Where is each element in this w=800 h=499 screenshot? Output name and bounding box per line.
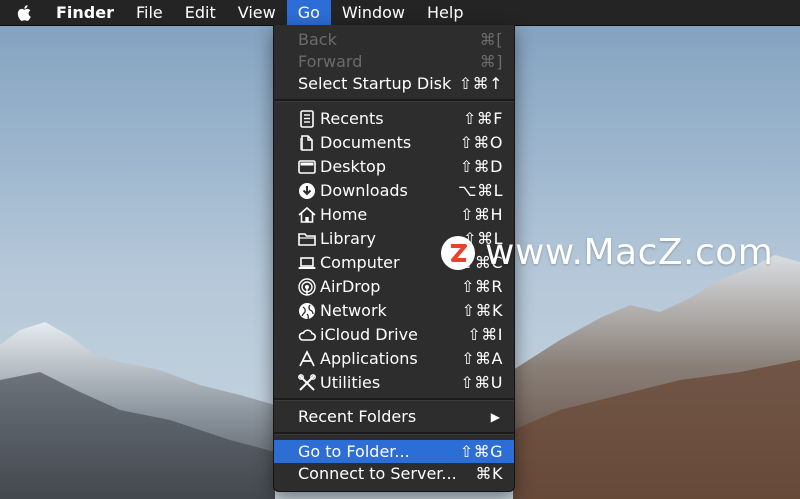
menu-item-label: Computer [320,253,400,272]
downloads-icon [299,183,315,199]
menu-item-label: Library [320,229,376,248]
menu-bar: Finder File Edit View Go Window Help [0,0,800,26]
menu-item-shortcut: ⇧⌘G [459,442,503,461]
menu-item-label: iCloud Drive [320,325,418,344]
menu-item-shortcut: ⇧⌘H [460,205,503,224]
menu-item-back[interactable]: Back ⌘[ [274,28,514,51]
menu-item-shortcut: ⇧⌘O [459,133,503,152]
menu-item-home[interactable]: Home ⇧⌘H [274,203,514,226]
menu-item-shortcut: ⇧⌘A [461,349,503,368]
menubar-item-view[interactable]: View [227,0,287,25]
applications-icon [299,350,315,367]
menu-item-shortcut: ⇧⌘↑ [458,74,503,93]
documents-icon [300,135,313,151]
menu-item-icloud-drive[interactable]: iCloud Drive ⇧⌘I [274,323,514,346]
menu-item-desktop[interactable]: Desktop ⇧⌘D [274,155,514,178]
menu-item-shortcut: ⌘K [475,464,503,483]
submenu-arrow-icon: ▶ [490,409,500,424]
menu-item-connect-to-server[interactable]: Connect to Server... ⌘K [274,462,514,485]
menu-item-shortcut: ⌘] [479,52,503,71]
icloud-icon [298,329,316,341]
network-icon [299,303,315,320]
menu-item-label: Network [320,301,387,320]
airdrop-icon [298,278,316,296]
menu-item-utilities[interactable]: Utilities ⇧⌘U [274,371,514,394]
menubar-item-window[interactable]: Window [331,0,416,25]
menu-item-label: Documents [320,133,412,152]
menu-item-label: AirDrop [320,277,381,296]
library-folder-icon [298,233,316,246]
menu-item-shortcut: ⌘[ [479,30,503,49]
menu-item-recents[interactable]: Recents ⇧⌘F [274,107,514,130]
menu-separator [274,99,514,102]
menu-item-label: Connect to Server... [298,464,457,483]
menubar-item-file[interactable]: File [125,0,174,25]
desktop-icon [298,160,316,174]
menu-item-shortcut: ⌥⌘L [458,181,503,200]
menu-item-label: Desktop [320,157,386,176]
home-icon [298,206,316,223]
menu-separator [274,398,514,401]
apple-menu-icon[interactable] [0,0,45,25]
menu-item-shortcut: ⇧⌘R [460,277,503,296]
menubar-item-go[interactable]: Go [286,0,331,25]
recents-icon [300,110,314,128]
menu-item-airdrop[interactable]: AirDrop ⇧⌘R [274,275,514,298]
menu-item-label: Back [298,30,337,49]
menu-item-shortcut: ⇧⌘K [461,301,503,320]
menu-item-network[interactable]: Network ⇧⌘K [274,299,514,322]
menubar-item-help[interactable]: Help [416,0,474,25]
menu-item-go-to-folder[interactable]: Go to Folder... ⇧⌘G [274,440,514,463]
menubar-item-finder[interactable]: Finder [45,0,125,25]
menu-item-label: Recents [320,109,384,128]
menubar-item-edit[interactable]: Edit [174,0,227,25]
menu-item-forward[interactable]: Forward ⌘] [274,50,514,73]
menu-item-applications[interactable]: Applications ⇧⌘A [274,347,514,370]
computer-icon [298,257,316,269]
menu-separator [274,432,514,435]
menu-item-shortcut: ⇧⌘D [459,157,503,176]
watermark-text: www.MacZ.com [485,232,774,273]
menu-item-documents[interactable]: Documents ⇧⌘O [274,131,514,154]
watermark: www.MacZ.com [441,232,773,273]
menu-item-label: Forward [298,52,363,71]
watermark-logo-icon [441,235,475,270]
menu-item-label: Downloads [320,181,408,200]
menu-item-label: Home [320,205,368,224]
menu-item-label: Applications [320,349,418,368]
menu-item-downloads[interactable]: Downloads ⌥⌘L [274,179,514,202]
utilities-icon [298,374,316,391]
menu-item-recent-folders[interactable]: Recent Folders ▶ [274,405,514,428]
menu-item-label: Recent Folders [298,407,417,426]
menu-item-shortcut: ⇧⌘I [467,325,503,344]
menu-item-shortcut: ⇧⌘U [460,373,503,392]
menu-item-label: Select Startup Disk [298,74,452,93]
menu-item-label: Utilities [320,373,381,392]
menu-item-label: Go to Folder... [298,442,410,461]
menu-item-shortcut: ⇧⌘F [462,109,503,128]
menu-item-select-startup-disk[interactable]: Select Startup Disk ⇧⌘↑ [274,72,514,95]
